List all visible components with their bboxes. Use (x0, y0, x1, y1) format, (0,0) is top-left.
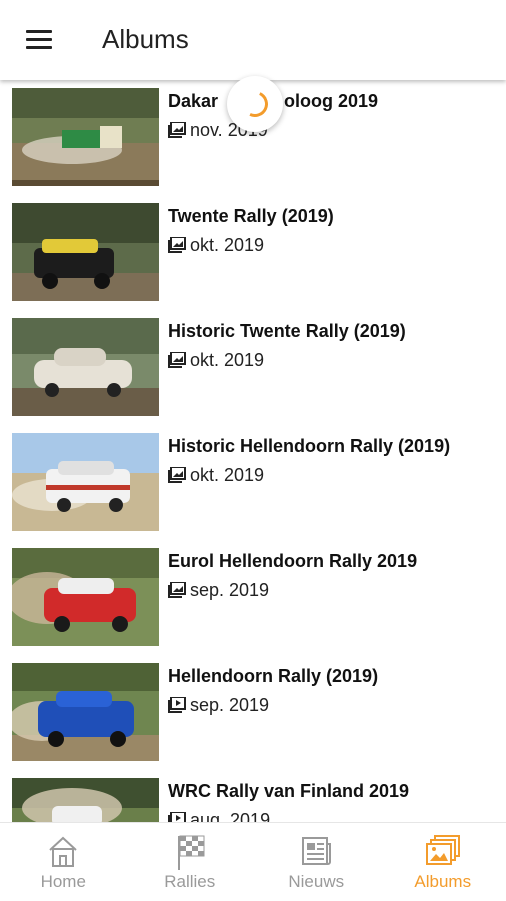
video-icon (168, 812, 186, 822)
album-item[interactable]: Twente Rally (2019) okt. 2019 (0, 195, 506, 310)
loading-spinner-icon (227, 76, 283, 132)
album-thumbnail (12, 433, 159, 531)
home-icon (46, 834, 80, 873)
album-thumbnail (12, 88, 159, 186)
album-thumbnail (12, 203, 159, 301)
album-title: Eurol Hellendoorn Rally 2019 (168, 551, 417, 572)
hamburger-menu-icon[interactable] (26, 30, 54, 52)
nav-rallies[interactable]: Rallies (127, 823, 254, 901)
nav-nieuws-label: Nieuws (253, 872, 380, 892)
album-thumbnail (12, 548, 159, 646)
video-icon (168, 697, 186, 718)
album-date: aug. 2019 (190, 810, 270, 822)
album-meta: okt. 2019 (168, 235, 264, 258)
album-title: WRC Rally van Finland 2019 (168, 781, 409, 802)
album-title: Historic Twente Rally (2019) (168, 321, 406, 342)
album-title-right: oloog 2019 (284, 91, 378, 111)
app-bar: Albums (0, 0, 506, 80)
photo-icon (168, 582, 186, 603)
album-date: sep. 2019 (190, 580, 269, 600)
album-meta: okt. 2019 (168, 350, 264, 373)
album-title: Hellendoorn Rally (2019) (168, 666, 378, 687)
newspaper-icon (299, 834, 333, 873)
nav-home-label: Home (0, 872, 127, 892)
album-item[interactable]: Hellendoorn Rally (2019) sep. 2019 (0, 655, 506, 770)
album-date: okt. 2019 (190, 465, 264, 485)
album-meta: aug. 2019 (168, 810, 270, 822)
album-item[interactable]: Historic Hellendoorn Rally (2019) okt. 2… (0, 425, 506, 540)
photo-icon (168, 237, 186, 258)
photo-icon (168, 352, 186, 373)
album-meta: sep. 2019 (168, 580, 269, 603)
bottom-navigation: Home Rallies Nieuws Albums (0, 822, 506, 901)
album-thumbnail (12, 778, 159, 822)
album-date: okt. 2019 (190, 350, 264, 370)
album-date: sep. 2019 (190, 695, 269, 715)
photo-icon (168, 467, 186, 488)
album-thumbnail (12, 318, 159, 416)
album-item[interactable]: Historic Twente Rally (2019) okt. 2019 (0, 310, 506, 425)
photo-icon (168, 122, 186, 143)
nav-albums-label: Albums (380, 872, 506, 892)
album-title-left: Dakar (168, 91, 218, 111)
photo-albums-icon (425, 834, 461, 873)
album-item[interactable]: WRC Rally van Finland 2019 aug. 2019 (0, 770, 506, 822)
album-list[interactable]: Dakaroloog 2019 nov. 2019 Twente Rally (… (0, 80, 506, 822)
album-title: Historic Hellendoorn Rally (2019) (168, 436, 450, 457)
page-title: Albums (102, 24, 189, 55)
album-date: okt. 2019 (190, 235, 264, 255)
nav-home[interactable]: Home (0, 823, 127, 901)
nav-nieuws[interactable]: Nieuws (253, 823, 380, 901)
nav-rallies-label: Rallies (127, 872, 254, 892)
album-title: Twente Rally (2019) (168, 206, 334, 227)
checkered-flag-icon (173, 834, 207, 875)
album-thumbnail (12, 663, 159, 761)
album-meta: sep. 2019 (168, 695, 269, 718)
album-item[interactable]: Eurol Hellendoorn Rally 2019 sep. 2019 (0, 540, 506, 655)
nav-albums[interactable]: Albums (380, 823, 506, 901)
album-meta: okt. 2019 (168, 465, 264, 488)
